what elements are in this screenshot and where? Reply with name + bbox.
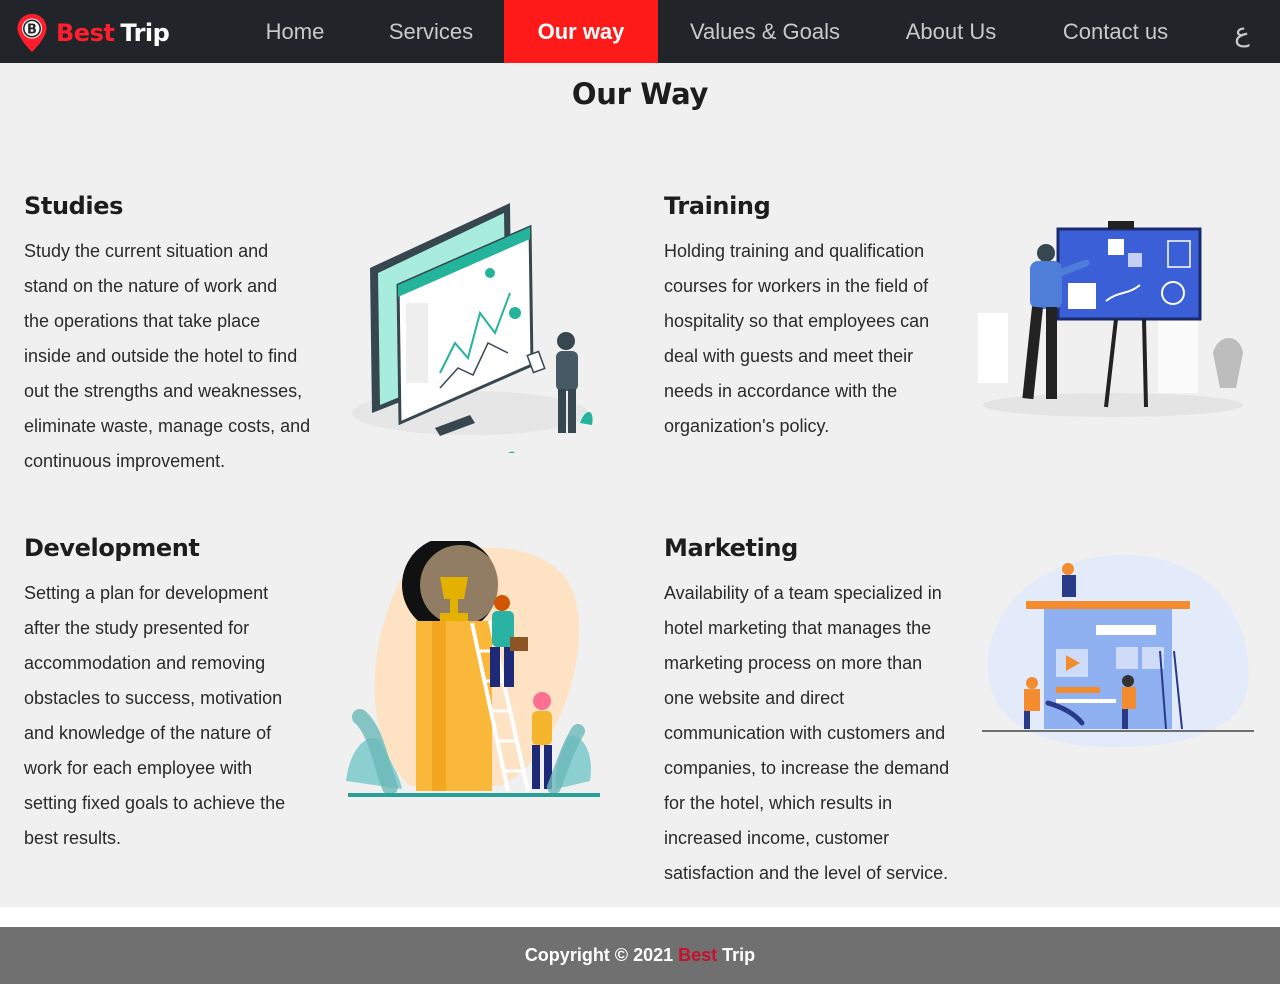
text-line: one website and direct [664, 688, 845, 708]
training-text: Holding training and qualification cours… [664, 234, 964, 444]
nav-contact-us[interactable]: Contact us [1048, 0, 1183, 63]
text-line: hospitality so that employees can [664, 311, 930, 331]
footer-brand-trip: Trip [722, 945, 756, 965]
text-line: Study the current situation and [24, 241, 269, 261]
text-line: Setting a plan for development [24, 583, 269, 603]
text-line: deal with guests and meet their [664, 346, 914, 366]
development-title: Development [24, 534, 200, 562]
text-line: communication with customers and [664, 723, 946, 743]
marketing-title: Marketing [664, 534, 798, 562]
text-line: satisfaction and the level of service. [664, 863, 949, 883]
text-line: for the hotel, which results in [664, 793, 893, 813]
brand-name-best: Best [56, 19, 115, 47]
text-line: stand on the nature of work and [24, 276, 278, 296]
text-line: Availability of a team specialized in [664, 583, 942, 603]
text-line: continuous improvement. [24, 451, 226, 471]
text-line: Holding training and qualification [664, 241, 925, 261]
text-line: best results. [24, 828, 122, 848]
text-line: companies, to increase the demand [664, 758, 950, 778]
brand-name-trip: Trip [120, 19, 170, 47]
nav-home[interactable]: Home [250, 0, 340, 63]
marketing-text: Availability of a team specialized in ho… [664, 576, 964, 891]
brand-name: Best Trip [56, 19, 170, 47]
text-line: needs in accordance with the [664, 381, 898, 401]
nav-services[interactable]: Services [375, 0, 487, 63]
text-line: accommodation and removing [24, 653, 266, 673]
language-toggle[interactable]: ع [1222, 0, 1262, 63]
footer: Copyright © 2021 Best Trip [0, 927, 1280, 984]
svg-text:B: B [27, 23, 37, 38]
text-line: hotel marketing that manages the [664, 618, 932, 638]
text-line: eliminate waste, manage costs, and [24, 416, 311, 436]
our-way-section: Our Way Studies Study the current situat… [0, 63, 1280, 907]
text-line: increased income, customer [664, 828, 890, 848]
text-line: out the strengths and weaknesses, [24, 381, 303, 401]
map-pin-logo-icon: B [17, 14, 47, 52]
text-line: organization's policy. [664, 416, 830, 436]
brand-logo-link[interactable]: B Best Trip [16, 13, 170, 53]
presentation-board-illustration [978, 221, 1243, 417]
training-title: Training [664, 192, 771, 220]
copyright-text: Copyright © 2021 [524, 945, 674, 965]
text-line: marketing process on more than [664, 653, 923, 673]
studies-title: Studies [24, 192, 124, 220]
nav-values-goals[interactable]: Values & Goals [677, 0, 853, 63]
text-line: work for each employee with [24, 758, 253, 778]
text-line: inside and outside the hotel to find [24, 346, 298, 366]
text-line: after the study presented for [24, 618, 250, 638]
web-team-illustration [982, 554, 1254, 748]
trophy-ladder-illustration [346, 541, 600, 797]
text-line: obstacles to success, motivation [24, 688, 283, 708]
top-navbar: B Best Trip Home Services Our way Values … [0, 0, 1280, 63]
nav-our-way[interactable]: Our way [504, 0, 658, 63]
data-analysis-illustration [352, 203, 593, 453]
text-line: courses for workers in the field of [664, 276, 929, 296]
nav-about-us[interactable]: About Us [890, 0, 1012, 63]
text-line: setting fixed goals to achieve the [24, 793, 286, 813]
text-line: and knowledge of the nature of [24, 723, 272, 743]
studies-text: Study the current situation and stand on… [24, 234, 324, 479]
text-line: the operations that take place [24, 311, 261, 331]
development-text: Setting a plan for development after the… [24, 576, 324, 856]
page-title: Our Way [571, 77, 709, 111]
footer-brand-best: Best [678, 945, 718, 965]
